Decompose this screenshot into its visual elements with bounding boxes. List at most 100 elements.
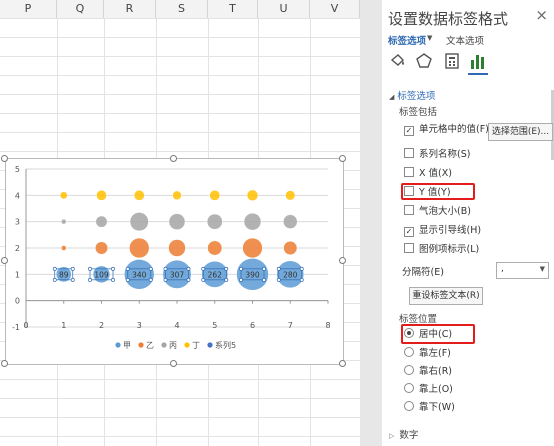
checkbox-label: 图例项标示(L)	[419, 244, 480, 255]
checkbox-label: 系列名称(S)	[419, 149, 471, 160]
legend-swatch	[115, 342, 121, 348]
size-properties-icon[interactable]	[442, 52, 462, 70]
select-range-button[interactable]: 选择范围(E)...	[488, 123, 553, 141]
x-tick-label: 2	[99, 321, 104, 330]
bubble-chart[interactable]: -1 0 1 2 3 4 5 0 1 2 3 4 5 6 7 8 89 109 340 307 262 390 280 甲乙丙…	[5, 158, 344, 365]
label-handle	[70, 266, 75, 271]
radio-label: 靠右(R)	[419, 366, 453, 377]
column-header-bar: P Q R S T U V	[0, 0, 368, 19]
label-position-heading: 标签位置	[399, 314, 438, 325]
active-tab-indicator	[468, 73, 488, 75]
label-handle	[239, 266, 243, 271]
label-handle	[262, 277, 266, 282]
label-handle	[88, 266, 92, 271]
checkbox-legend-key[interactable]: 图例项标示(L)	[404, 242, 479, 258]
legend-item-丁: 丁	[192, 341, 200, 350]
bubble-乙	[242, 237, 263, 259]
resize-handle[interactable]	[1, 360, 8, 367]
y-tick-label: 2	[15, 244, 20, 253]
bubble-丙	[282, 214, 298, 229]
reset-label-text-button[interactable]: 重设标签文本(R)	[409, 287, 483, 305]
radio-icon[interactable]	[404, 383, 414, 393]
checkbox-label: 气泡大小(B)	[419, 206, 471, 217]
resize-handle[interactable]	[1, 257, 8, 264]
legend-swatch	[138, 342, 144, 348]
resize-handle[interactable]	[339, 257, 346, 264]
bar-chart-icon[interactable]	[468, 52, 488, 70]
resize-handle[interactable]	[170, 155, 177, 162]
tab-text-options[interactable]: 文本选项	[446, 33, 484, 47]
checkbox-leader-lines[interactable]: ✓ 显示引导线(H)	[404, 223, 481, 239]
checkbox-label: X 值(X)	[419, 168, 452, 179]
legend-swatch	[161, 342, 167, 348]
section-number[interactable]: ▷ 数字	[389, 427, 418, 441]
y-tick-label: 1	[15, 270, 20, 279]
bubble-丙	[206, 213, 223, 230]
checkbox-checked-icon[interactable]: ✓	[404, 227, 414, 237]
bubble-丙	[243, 212, 262, 231]
radio-icon[interactable]	[404, 401, 414, 411]
separator-value: ,	[501, 264, 504, 274]
shape-icon[interactable]	[414, 52, 434, 70]
highlight-box	[401, 324, 475, 344]
data-label: 390	[245, 270, 260, 279]
label-handle	[186, 266, 191, 271]
column-header-t[interactable]: T	[208, 0, 258, 18]
column-header-q[interactable]: Q	[57, 0, 104, 18]
data-label: 340	[132, 270, 147, 279]
column-header-u[interactable]: U	[258, 0, 310, 18]
separator-dropdown[interactable]: , ▼	[496, 262, 549, 279]
radio-icon[interactable]	[404, 365, 414, 375]
chart-plot-svg[interactable]: -10123450 1 2 3 4 5 6 7 889 109 340 307 262 390 280甲乙丙…	[6, 159, 343, 364]
radio-right[interactable]: 靠右(R)	[404, 364, 452, 380]
column-header-p[interactable]: P	[0, 0, 57, 18]
section-label-options[interactable]: ◢ 标签选项	[389, 88, 435, 102]
radio-above[interactable]: 靠上(O)	[404, 382, 453, 398]
y-tick-label: 5	[15, 165, 20, 174]
chevron-down-icon[interactable]: ▼	[427, 34, 432, 42]
pane-splitter[interactable]	[360, 0, 382, 446]
bubble-丁	[96, 189, 107, 201]
resize-handle[interactable]	[170, 360, 177, 367]
chevron-down-icon: ▼	[539, 265, 545, 273]
data-label: 307	[170, 270, 185, 279]
checkbox-icon[interactable]	[404, 243, 414, 253]
data-label: 262	[208, 270, 223, 279]
bubble-丙	[129, 212, 149, 232]
checkbox-bubble-size[interactable]: 气泡大小(B)	[404, 204, 471, 220]
x-tick-label: 7	[288, 321, 293, 330]
checkbox-icon[interactable]	[404, 205, 414, 215]
column-header-v[interactable]: V	[310, 0, 360, 18]
checkbox-x-value[interactable]: X 值(X)	[404, 166, 452, 182]
column-header-r[interactable]: R	[104, 0, 156, 18]
resize-handle[interactable]	[339, 155, 346, 162]
pane-title: 设置数据标签格式	[388, 10, 509, 28]
label-handle	[299, 277, 304, 282]
radio-label: 靠左(F)	[419, 348, 451, 359]
resize-handle[interactable]	[339, 360, 346, 367]
bubble-丙	[95, 215, 108, 228]
label-handle	[148, 277, 153, 282]
checkbox-cell-value[interactable]: ✓ 单元格中的值(F)	[404, 122, 489, 138]
radio-icon[interactable]	[404, 347, 414, 357]
checkbox-checked-icon[interactable]: ✓	[404, 126, 414, 136]
fill-icon[interactable]	[388, 52, 408, 70]
legend-swatch	[207, 342, 213, 348]
resize-handle[interactable]	[1, 155, 8, 162]
radio-left[interactable]: 靠左(F)	[404, 346, 451, 362]
radio-label: 靠上(O)	[419, 384, 453, 395]
checkbox-icon[interactable]	[404, 167, 414, 177]
legend-swatch	[184, 342, 190, 348]
radio-below[interactable]: 靠下(W)	[404, 400, 455, 416]
tab-label-options[interactable]: 标签选项	[388, 33, 426, 47]
bubble-丙	[168, 213, 186, 231]
column-header-s[interactable]: S	[156, 0, 208, 18]
legend-item-乙: 乙	[146, 341, 154, 350]
label-handle	[148, 266, 153, 271]
label-handle	[125, 277, 130, 282]
x-tick-label: 8	[325, 321, 330, 330]
spreadsheet-area[interactable]: P Q R S T U V -1 0 1 2 3 4 5 0 1 2 3 4 5 6 7 8 89 109 340 3…	[0, 0, 368, 446]
checkbox-icon[interactable]	[404, 148, 414, 158]
close-icon[interactable]: ×	[535, 6, 548, 24]
checkbox-series-name[interactable]: 系列名称(S)	[404, 147, 470, 163]
